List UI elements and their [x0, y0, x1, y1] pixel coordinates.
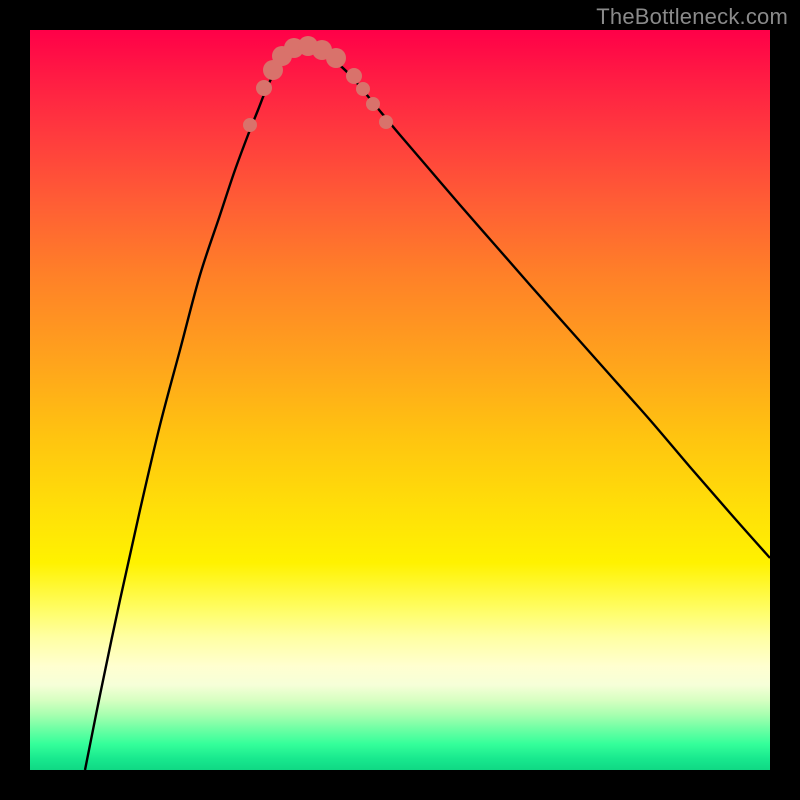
chart-marker — [356, 82, 370, 96]
chart-marker — [326, 48, 346, 68]
chart-marker — [256, 80, 272, 96]
watermark-text: TheBottleneck.com — [596, 4, 788, 30]
chart-marker — [346, 68, 362, 84]
chart-curve — [85, 48, 770, 770]
chart-plot-area — [30, 30, 770, 770]
chart-marker — [366, 97, 380, 111]
chart-marker — [243, 118, 257, 132]
chart-markers — [243, 36, 393, 132]
chart-overlay — [30, 30, 770, 770]
chart-marker — [379, 115, 393, 129]
